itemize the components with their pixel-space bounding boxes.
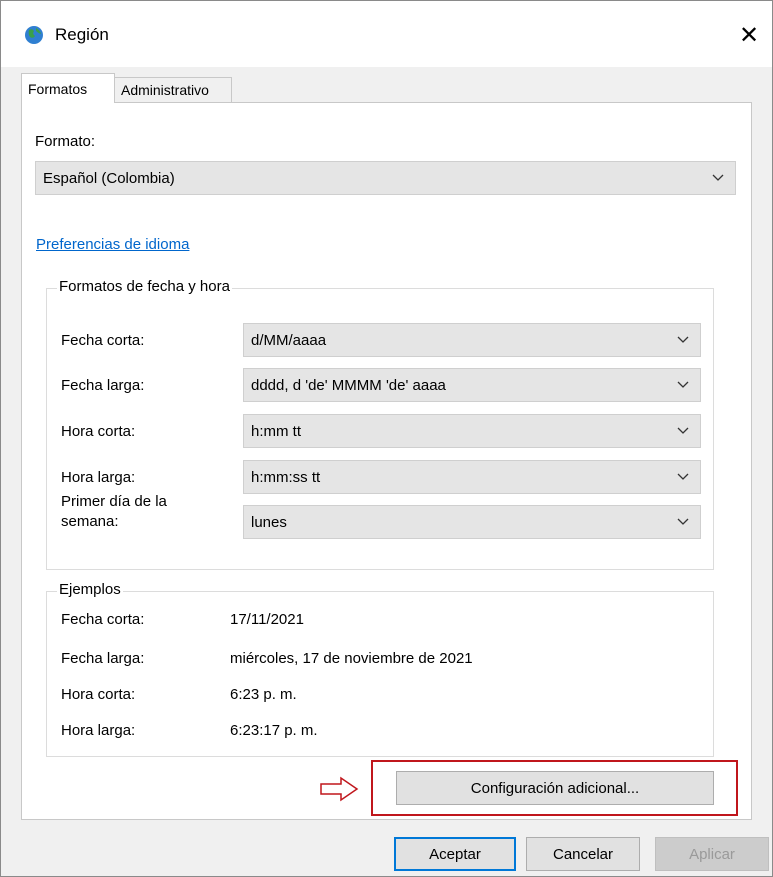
first-day-select[interactable]: lunes <box>243 505 701 539</box>
cancel-button[interactable]: Cancelar <box>526 837 640 871</box>
example-short-time-label: Hora corta: <box>61 686 136 703</box>
short-date-value: d/MM/aaaa <box>251 331 327 349</box>
example-short-date-value: 17/11/2021 <box>230 611 304 628</box>
examples-group: Ejemplos Fecha corta: 17/11/2021 Fecha l… <box>46 581 714 757</box>
right-arrow-icon <box>320 776 359 802</box>
example-long-date-label: Fecha larga: <box>61 650 145 667</box>
window-title: Región <box>55 25 109 44</box>
tab-formatos[interactable]: Formatos <box>21 73 115 103</box>
short-time-select[interactable]: h:mm tt <box>243 414 701 448</box>
chevron-down-icon <box>677 518 689 525</box>
first-day-value: lunes <box>251 513 287 531</box>
close-icon: ✕ <box>738 21 760 49</box>
apply-button: Aplicar <box>655 837 769 871</box>
long-date-value: dddd, d 'de' MMMM 'de' aaaa <box>251 376 446 394</box>
example-long-time-label: Hora larga: <box>61 722 136 739</box>
ok-button[interactable]: Aceptar <box>394 837 516 871</box>
example-short-time-value: 6:23 p. m. <box>230 686 297 703</box>
example-short-date-label: Fecha corta: <box>61 611 145 628</box>
chevron-down-icon <box>677 381 689 388</box>
datetime-formats-group: Formatos de fecha y hora Fecha corta: d/… <box>46 278 714 570</box>
short-date-select[interactable]: d/MM/aaaa <box>243 323 701 357</box>
long-date-select[interactable]: dddd, d 'de' MMMM 'de' aaaa <box>243 368 701 402</box>
long-date-label: Fecha larga: <box>61 377 145 394</box>
tab-label: Formatos <box>28 80 88 97</box>
chevron-down-icon <box>677 427 689 434</box>
chevron-down-icon <box>712 174 724 181</box>
long-time-select[interactable]: h:mm:ss tt <box>243 460 701 494</box>
tab-administrativo[interactable]: Administrativo <box>114 77 232 103</box>
example-long-date-value: miércoles, 17 de noviembre de 2021 <box>230 650 473 667</box>
long-time-value: h:mm:ss tt <box>251 468 321 486</box>
example-long-time-value: 6:23:17 p. m. <box>230 722 318 739</box>
additional-settings-button[interactable]: Configuración adicional... <box>396 771 714 805</box>
first-day-label: Primer día de la semana: <box>61 493 167 530</box>
short-time-label: Hora corta: <box>61 423 136 440</box>
tab-panel-formatos: Formato: Español (Colombia) Preferencias… <box>21 102 752 820</box>
group-title: Ejemplos <box>57 581 123 598</box>
short-time-value: h:mm tt <box>251 422 302 440</box>
format-value: Español (Colombia) <box>43 169 175 187</box>
close-button[interactable]: ✕ <box>726 15 772 55</box>
group-title: Formatos de fecha y hora <box>57 278 232 295</box>
title-bar: Región ✕ <box>1 1 772 67</box>
format-select[interactable]: Español (Colombia) <box>35 161 736 195</box>
chevron-down-icon <box>677 473 689 480</box>
long-time-label: Hora larga: <box>61 469 136 486</box>
language-preferences-link[interactable]: Preferencias de idioma <box>36 236 189 253</box>
tab-label: Administrativo <box>121 82 209 98</box>
short-date-label: Fecha corta: <box>61 332 145 349</box>
format-label: Formato: <box>35 133 96 150</box>
additional-settings-label: Configuración adicional... <box>470 779 640 797</box>
apply-label: Aplicar <box>689 845 735 863</box>
cancel-label: Cancelar <box>552 845 614 863</box>
region-dialog: Región ✕ Formatos Administrativo Formato… <box>0 0 773 877</box>
chevron-down-icon <box>677 336 689 343</box>
globe-icon <box>25 26 43 44</box>
ok-label: Aceptar <box>429 845 481 863</box>
